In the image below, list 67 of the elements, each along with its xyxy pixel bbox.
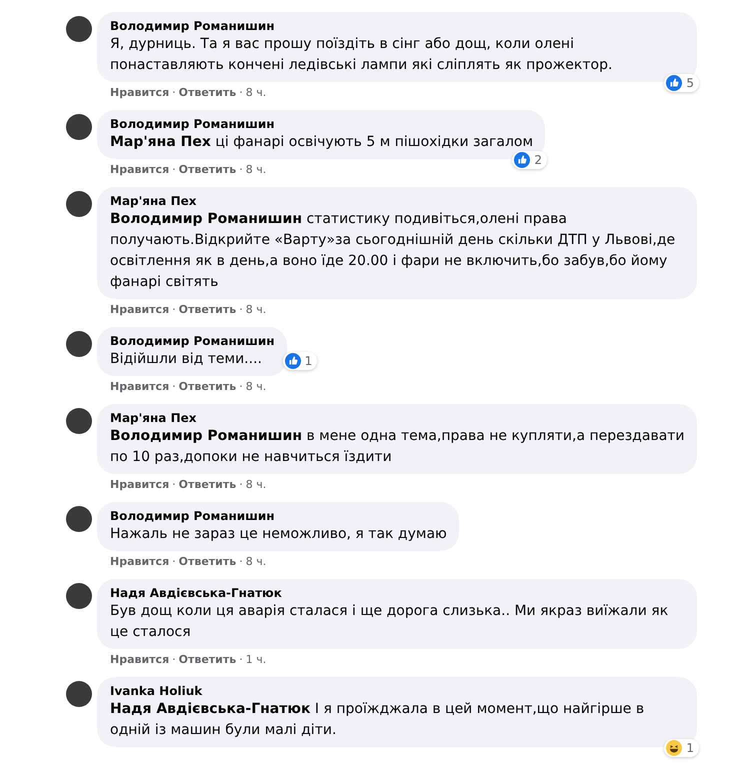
separator-dot: · — [172, 302, 176, 318]
avatar-placeholder[interactable] — [66, 506, 92, 532]
like-link[interactable]: Нравится — [110, 554, 170, 570]
reaction-count[interactable]: 1 — [664, 739, 699, 757]
avatar-placeholder[interactable] — [66, 114, 92, 140]
thumbs-up-icon — [284, 353, 301, 369]
timestamp[interactable]: 8 ч. — [246, 302, 266, 318]
timestamp[interactable]: 8 ч. — [246, 477, 266, 493]
avatar-placeholder[interactable] — [66, 191, 92, 217]
author-name[interactable]: Володимир Романишин — [110, 508, 447, 524]
comment-text: Був дощ коли ця аварія сталася і ще дорога слизька.. Ми якраз виїжали як це сталося — [110, 602, 670, 642]
reply-link[interactable]: Ответить — [178, 477, 236, 493]
reply-link[interactable]: Ответить — [178, 302, 236, 318]
comment-text: Відійшли від теми.... — [110, 350, 263, 369]
thumbs-up-icon — [666, 75, 682, 91]
reply-link[interactable]: Ответить — [178, 554, 236, 570]
comment-text: Володимир Романишин в мене одна тема,права не купляти,а перездавати по 10 раз,допоки не навчиться їздити — [110, 427, 685, 467]
timestamp[interactable]: 1 ч. — [246, 652, 266, 668]
separator-dot: · — [239, 554, 243, 570]
reaction-count[interactable]: 5 — [664, 74, 699, 92]
author-name[interactable]: Ivanka Holiuk — [110, 683, 685, 699]
separator-dot: · — [172, 477, 176, 493]
separator-dot: · — [239, 379, 243, 395]
separator-dot: · — [172, 162, 176, 178]
avatar-placeholder[interactable] — [66, 408, 92, 434]
comment-text: Нажаль не зараз це неможливо, я так думаю — [110, 525, 447, 544]
reply-link[interactable]: Ответить — [178, 162, 236, 178]
separator-dot: · — [172, 379, 176, 395]
author-name[interactable]: Мар'яна Пех — [110, 410, 685, 426]
author-name[interactable]: Надя Авдієвська-Гнатюк — [110, 585, 685, 601]
comment-text: Володимир Романишин статистику подивіться,олені права получають.Відкрийте «Варту»за сьогоднішній день скільки ДТП у Львові,де освітлення як в день,а воно їде 20.00 і фари не включить,бо забув,бо йому фанарі світять — [110, 210, 676, 292]
timestamp[interactable]: 8 ч. — [246, 379, 266, 395]
separator-dot: · — [239, 477, 243, 493]
laughing-emoji-icon — [666, 740, 682, 756]
separator-dot: · — [239, 652, 243, 668]
reaction-count[interactable]: 2 — [512, 151, 548, 169]
author-name[interactable]: Мар'яна Пех — [110, 193, 685, 209]
like-link[interactable]: Нравится — [110, 302, 170, 318]
separator-dot: · — [239, 85, 243, 101]
comment-text: Надя Авдієвська-Гнатюк І я проїжджала в цей момент,що найгірше в одній із машин були малі діти. — [110, 700, 646, 740]
avatar-placeholder[interactable] — [66, 681, 92, 707]
separator-dot: · — [172, 85, 176, 101]
avatar-placeholder[interactable] — [66, 331, 92, 357]
reaction-count[interactable]: 1 — [282, 352, 318, 370]
reply-link[interactable]: Ответить — [178, 85, 236, 101]
separator-dot: · — [239, 162, 243, 178]
separator-dot: · — [172, 554, 176, 570]
like-link[interactable]: Нравится — [110, 85, 170, 101]
reply-link[interactable]: Ответить — [178, 652, 236, 668]
like-link[interactable]: Нравится — [110, 162, 170, 178]
timestamp[interactable]: 8 ч. — [246, 554, 266, 570]
thumbs-up-icon — [514, 152, 530, 168]
author-name[interactable]: Володимир Романишин — [110, 333, 275, 349]
separator-dot: · — [239, 302, 243, 318]
separator-dot: · — [172, 652, 176, 668]
timestamp[interactable]: 8 ч. — [246, 162, 266, 178]
avatar-placeholder[interactable] — [66, 16, 92, 42]
reply-link[interactable]: Ответить — [178, 379, 236, 395]
like-link[interactable]: Нравится — [110, 379, 170, 395]
comment-text: Мар'яна Пех ці фанарі освічують 5 м пішохідки загалом — [110, 133, 534, 152]
author-name[interactable]: Володимир Романишин — [110, 116, 534, 132]
like-link[interactable]: Нравится — [110, 477, 170, 493]
timestamp[interactable]: 8 ч. — [246, 85, 266, 101]
avatar-placeholder[interactable] — [66, 583, 92, 609]
comment-text: Я, дурниць. Та я вас прошу поїздіть в сінг або дощ, коли олені понаставляють кончені ледівські лампи які сліплять як прожектор. — [110, 35, 614, 75]
author-name[interactable]: Володимир Романишин — [110, 18, 685, 34]
like-link[interactable]: Нравится — [110, 652, 170, 668]
